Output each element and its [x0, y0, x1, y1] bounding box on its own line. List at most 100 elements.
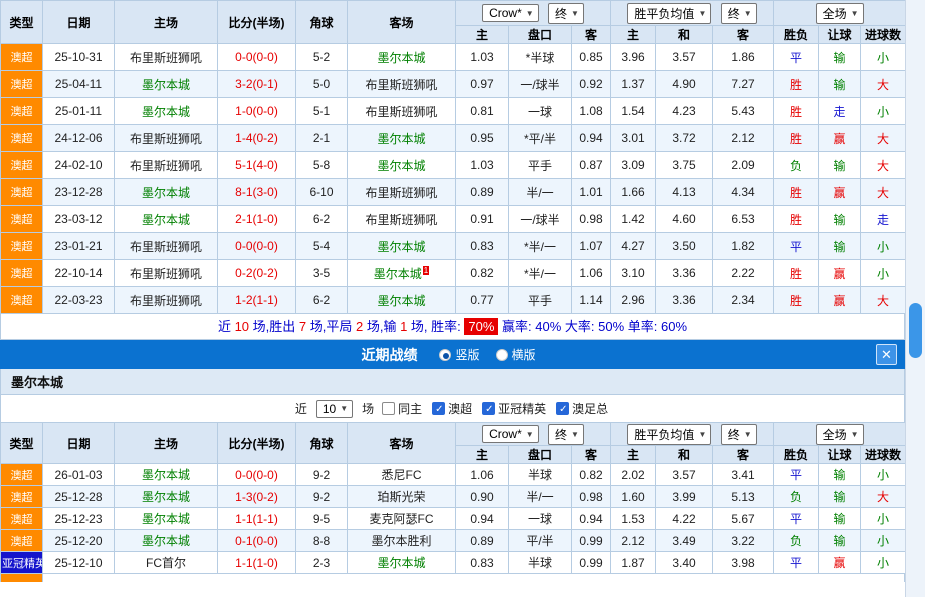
filter-checkbox-ffa-cup[interactable]: 澳足总 — [556, 400, 608, 417]
away-team-link[interactable]: 墨尔本城 — [348, 44, 456, 71]
recent-results-bar: 近期战绩 竖版 横版 ✕ — [0, 340, 905, 369]
scrollbar-thumb[interactable] — [909, 303, 922, 358]
handicap-home-odds: 0.97 — [456, 71, 509, 98]
checkbox-icon[interactable] — [382, 402, 395, 415]
away-team-link[interactable]: 墨尔本胜利 — [348, 530, 456, 552]
home-team-link[interactable]: 布里斯班狮吼 — [115, 260, 218, 287]
layout-radio-horizontal[interactable]: 横版 — [496, 346, 536, 363]
home-team-link[interactable]: 墨尔本城 — [115, 71, 218, 98]
summary-text: 近 — [218, 319, 235, 334]
checkbox-icon[interactable] — [556, 402, 569, 415]
away-team-link[interactable]: 墨尔本城1 — [348, 260, 456, 287]
home-team-link[interactable]: 墨尔本城 — [115, 98, 218, 125]
result-outcome: 胜 — [774, 125, 819, 152]
home-team-link[interactable]: 布里斯班狮吼 — [115, 233, 218, 260]
home-team-link[interactable]: 墨尔本城 — [115, 464, 218, 486]
filter-checkbox-aleague[interactable]: 澳超 — [432, 400, 472, 417]
away-team-link[interactable]: 布里斯班狮吼 — [348, 179, 456, 206]
away-team-link[interactable]: 墨尔本城 — [348, 233, 456, 260]
score-halftime: 5-1(4-0) — [218, 152, 296, 179]
filter-checkbox-acl-elite[interactable]: 亚冠精英 — [482, 400, 546, 417]
home-team-link[interactable]: 墨尔本城 — [115, 179, 218, 206]
bookmaker-select[interactable]: Crow*▼ — [482, 4, 539, 22]
fulltime-select[interactable]: 全场▼ — [816, 424, 864, 445]
handicap-outcome: 输 — [819, 486, 861, 508]
away-team-link[interactable]: 布里斯班狮吼 — [348, 206, 456, 233]
avg-win-odds: 1.37 — [611, 71, 656, 98]
away-team-link[interactable]: 墨尔本城 — [348, 152, 456, 179]
summary-text: 单率: — [624, 319, 661, 334]
handicap-group-header: Crow*▼ 终▼ — [456, 423, 611, 446]
checkbox-icon[interactable] — [482, 402, 495, 415]
fulltime-select[interactable]: 全场▼ — [816, 3, 864, 24]
home-team-link[interactable]: 墨尔本城 — [115, 530, 218, 552]
home-team-link[interactable]: 墨尔本城 — [115, 508, 218, 530]
summary-text: 平局 — [326, 319, 356, 334]
home-team-link[interactable]: 墨尔本城 — [115, 206, 218, 233]
home-team-link[interactable]: 布里斯班狮吼 — [115, 44, 218, 71]
corner-score: 5-2 — [296, 44, 348, 71]
close-button[interactable]: ✕ — [876, 344, 897, 365]
col-win: 主 — [611, 446, 656, 464]
handicap-outcome: 赢 — [819, 552, 861, 574]
final-odds-select[interactable]: 终▼ — [721, 3, 757, 24]
radio-selected-icon[interactable] — [439, 349, 451, 361]
summary-text: 60% — [661, 319, 687, 334]
home-team-link[interactable]: 墨尔本城 — [115, 486, 218, 508]
radio-icon[interactable] — [496, 349, 508, 361]
handicap-away-odds: 1.14 — [572, 287, 611, 314]
handicap-outcome: 输 — [819, 508, 861, 530]
checkbox-icon[interactable] — [432, 402, 445, 415]
home-team-link[interactable]: 布里斯班狮吼 — [115, 125, 218, 152]
handicap-home-odds: 0.83 — [456, 233, 509, 260]
chevron-down-icon: ▼ — [744, 9, 752, 18]
checkbox-label: 同主 — [398, 400, 422, 417]
select-value: 胜平负均值 — [634, 426, 694, 443]
away-team-link[interactable]: 麦克阿瑟FC — [348, 508, 456, 530]
match-date: 24-02-10 — [43, 152, 115, 179]
avg-win-odds: 3.96 — [611, 44, 656, 71]
col-goals: 进球数 — [861, 26, 906, 44]
vertical-scrollbar[interactable] — [905, 0, 925, 597]
match-date: 25-12-20 — [43, 530, 115, 552]
away-team-link[interactable]: 悉尼FC — [348, 464, 456, 486]
match-count-select[interactable]: 10▼ — [316, 400, 353, 418]
handicap-outcome: 输 — [819, 530, 861, 552]
score-halftime: 0-0(0-0) — [218, 44, 296, 71]
filter-checkbox-same-home[interactable]: 同主 — [382, 400, 422, 417]
final-odds-select[interactable]: 终▼ — [721, 424, 757, 445]
home-team-link[interactable]: 布里斯班狮吼 — [115, 152, 218, 179]
away-team-link[interactable]: 墨尔本城 — [348, 125, 456, 152]
away-team-link[interactable]: 布里斯班狮吼 — [348, 98, 456, 125]
score-halftime: 2-1(1-0) — [218, 206, 296, 233]
summary-text: 50% — [598, 319, 624, 334]
away-team-link[interactable]: 布里斯班狮吼 — [348, 71, 456, 98]
away-team-link[interactable]: 珀斯光荣 — [348, 486, 456, 508]
away-team-link[interactable]: 墨尔本城 — [348, 552, 456, 574]
chevron-down-icon: ▼ — [526, 9, 534, 18]
result-outcome: 平 — [774, 508, 819, 530]
col-handicap-away: 客 — [572, 446, 611, 464]
match-row: 澳超 25-12-28 墨尔本城 1-3(0-2) 9-2 珀斯光荣 0.90 … — [1, 486, 906, 508]
home-team-link[interactable]: FC首尔 — [115, 552, 218, 574]
home-team-link[interactable]: 布里斯班狮吼 — [115, 287, 218, 314]
result-outcome: 胜 — [774, 98, 819, 125]
final-odds-select[interactable]: 终▼ — [548, 424, 584, 445]
handicap-home-odds: 1.03 — [456, 152, 509, 179]
handicap-line: 一/球半 — [509, 71, 572, 98]
select-value: 胜平负均值 — [634, 5, 694, 22]
goals-outcome: 小 — [861, 98, 906, 125]
avg-win-odds: 1.87 — [611, 552, 656, 574]
final-odds-select[interactable]: 终▼ — [548, 3, 584, 24]
avg-draw-odds: 3.49 — [656, 530, 713, 552]
handicap-away-odds: 1.01 — [572, 179, 611, 206]
match-date: 25-01-11 — [43, 98, 115, 125]
avg-odds-select[interactable]: 胜平负均值▼ — [627, 3, 711, 24]
result-outcome: 胜 — [774, 260, 819, 287]
away-team-link[interactable]: 墨尔本城 — [348, 287, 456, 314]
avg-odds-select[interactable]: 胜平负均值▼ — [627, 424, 711, 445]
handicap-outcome: 赢 — [819, 179, 861, 206]
bookmaker-select[interactable]: Crow*▼ — [482, 425, 539, 443]
recent-matches-table: 类型 日期 主场 比分(半场) 角球 客场 Crow*▼ 终▼ 胜平负均值▼ 终… — [0, 422, 906, 574]
layout-radio-vertical[interactable]: 竖版 — [439, 346, 479, 363]
